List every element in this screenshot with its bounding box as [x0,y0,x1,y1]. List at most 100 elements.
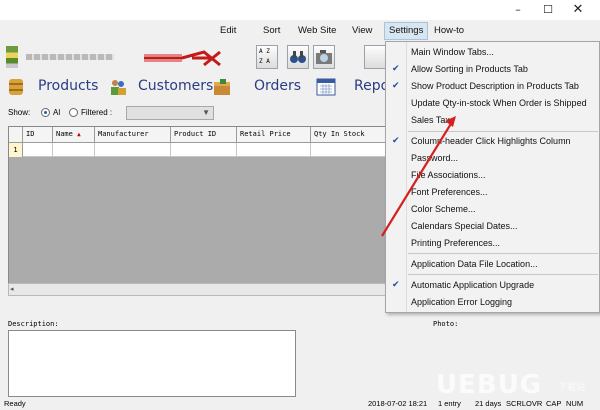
status-cap: CAP [546,399,562,408]
column-header-retail-price[interactable]: Retail Price [237,127,311,143]
chevron-down-icon: ▼ [202,108,210,117]
radio-filtered-label: Filtered : [81,108,113,117]
menu-item-automatic-application-upgrade[interactable]: ✔ Automatic Application Upgrade [386,277,599,294]
tab-customers[interactable]: Customers [138,78,213,94]
show-filter-row: Show: Al Filtered : ▼ [0,104,390,122]
settings-dropdown-menu: Main Window Tabs... ✔ Allow Sorting in Pro… [385,41,600,313]
binoculars-icon[interactable] [287,45,309,69]
menu-item-label: File Associations... [411,170,486,180]
red-scribble-icon [144,50,221,67]
close-button[interactable]: ✕ [563,0,593,20]
menu-item-show-product-description-in-products-tab[interactable]: ✔ Show Product Description in Products Ta… [386,78,599,95]
status-ready: Ready [4,399,26,408]
row-number: 1 [9,143,23,157]
checkmark-icon: ✔ [392,81,400,91]
radio-all-label: Al [53,108,61,117]
column-header-manufacturer[interactable]: Manufacturer [95,127,171,143]
column-header-name[interactable]: Name ▲ [53,127,95,143]
menu-item-color-scheme[interactable]: Color Scheme... [386,201,599,218]
menu-item-label: Automatic Application Upgrade [411,280,535,290]
menu-edit[interactable]: Edit [220,21,236,41]
menu-how-to[interactable]: How-to [434,21,464,41]
sort-az-text: A Z [259,48,270,55]
menu-item-main-window-tabs[interactable]: Main Window Tabs... [386,44,599,61]
sort-za-text: Z A [259,58,270,65]
menu-item-label: Password... [411,153,459,163]
menu-item-label: Application Error Logging [411,297,513,307]
calendar-icon [316,78,336,96]
table-cell[interactable] [53,143,95,157]
menu-item-printing-preferences[interactable]: Printing Preferences... [386,235,599,252]
menu-separator [408,253,598,254]
menu-item-application-error-logging[interactable]: Application Error Logging [386,294,599,311]
tab-products[interactable]: Products [38,78,98,94]
menu-settings[interactable]: Settings [389,21,423,41]
column-header-id[interactable]: ID [23,127,53,143]
watermark-tail: 下载站 [558,383,586,393]
filter-select[interactable]: ▼ [126,106,214,120]
description-textbox[interactable] [8,330,296,397]
table-cell[interactable] [95,143,171,157]
menu-item-label: Update Qty-in-stock When Order is Shippe… [411,98,587,108]
menu-separator [408,131,598,132]
tab-reports[interactable]: Repo [354,78,389,94]
document-icon[interactable] [364,45,386,69]
menu-separator [408,274,598,275]
menu-view[interactable]: View [352,21,372,41]
menu-item-application-data-file-location[interactable]: Application Data File Location... [386,256,599,273]
menu-item-label: Allow Sorting in Products Tab [411,64,528,74]
row-header-corner [9,127,23,143]
menu-item-label: Main Window Tabs... [411,47,494,57]
menu-item-label: Color Scheme... [411,204,476,214]
checkmark-icon: ✔ [392,64,400,74]
menu-item-file-associations[interactable]: File Associations... [386,167,599,184]
menu-web-site[interactable]: Web Site [298,21,336,41]
minimize-button[interactable]: – [503,0,533,20]
radio-all[interactable] [41,108,50,117]
toolbar-strip-icon [26,54,114,60]
table-cell[interactable] [171,143,237,157]
menu-item-calendars-special-dates[interactable]: Calendars Special Dates... [386,218,599,235]
menu-sort[interactable]: Sort [263,21,280,41]
checkmark-icon: ✔ [392,280,400,290]
column-header-product-id[interactable]: Product ID [171,127,237,143]
people-icon [111,80,126,95]
menu-bar: Edit Sort Web Site View Settings How-to [0,21,600,41]
horizontal-scrollbar[interactable]: ◂ [8,283,386,296]
menu-item-allow-sorting-in-products-tab[interactable]: ✔ Allow Sorting in Products Tab [386,61,599,78]
status-num: NUM [566,399,584,408]
table-cell[interactable] [237,143,311,157]
app-logo-icon [6,46,18,68]
column-header-qty-in-stock[interactable]: Qty In Stock [311,127,385,143]
status-datetime: 2018-07-02 18:21 [368,399,428,408]
radio-filtered[interactable] [69,108,78,117]
box-icon [214,79,230,95]
scroll-left-icon[interactable]: ◂ [10,284,14,295]
column-header-name-label: Name [56,130,73,138]
barrel-icon [9,79,23,95]
menu-item-password[interactable]: Password... [386,150,599,167]
menu-item-label: Application Data File Location... [411,259,538,269]
menu-item-column-header-click-highlights-column[interactable]: ✔ Column-header Click Highlights Column [386,133,599,150]
sort-az-icon[interactable]: A Z Z A [256,45,278,69]
title-bar: – ☐ ✕ [0,0,600,20]
table-cell[interactable] [311,143,385,157]
maximize-button[interactable]: ☐ [533,0,563,20]
menu-item-sales-tax[interactable]: Sales Tax [386,112,599,129]
menu-item-label: Show Product Description in Products Tab [411,81,579,91]
table-cell[interactable] [23,143,53,157]
menu-item-label: Sales Tax [411,115,450,125]
photo-label: Photo: [433,320,459,328]
camera-icon[interactable] [313,45,335,69]
show-label: Show: [8,108,31,117]
menu-item-update-qty-in-stock-when-order-is-shipped[interactable]: Update Qty-in-stock When Order is Shippe… [386,95,599,112]
sort-ascending-icon: ▲ [77,131,81,138]
menu-item-label: Column-header Click Highlights Column [411,136,571,146]
tab-orders[interactable]: Orders [254,78,301,94]
menu-item-label: Font Preferences... [411,187,488,197]
menu-item-label: Printing Preferences... [411,238,501,248]
products-grid[interactable]: ID Name ▲ Manufacturer Product ID Retail… [8,126,386,296]
description-label: Description: [8,320,59,328]
menu-item-font-preferences[interactable]: Font Preferences... [386,184,599,201]
checkmark-icon: ✔ [392,136,400,146]
